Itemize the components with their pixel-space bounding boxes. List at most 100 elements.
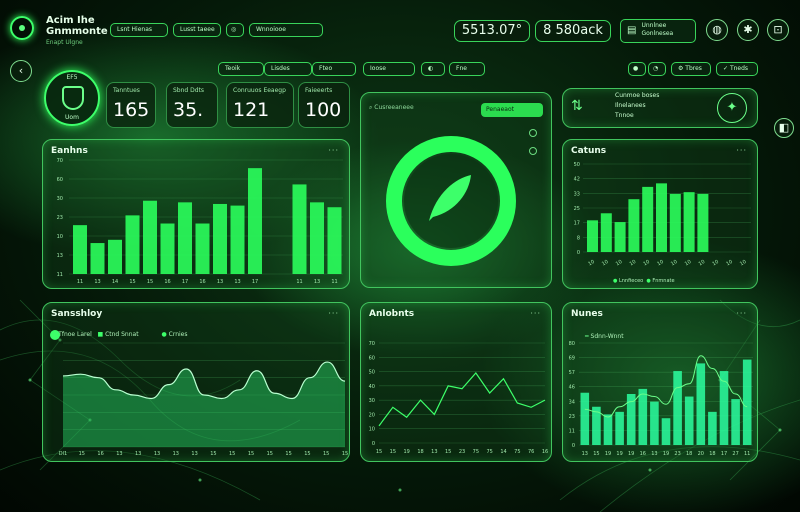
bar[interactable]: [160, 223, 175, 274]
bar[interactable]: [708, 411, 717, 445]
x-tick-label: 16: [199, 279, 205, 285]
check-icon: ✓: [723, 65, 730, 72]
line-chart-panel: Anlobnts ··· 0 10 20 30 40 50 60 70 15 15 19 18 13 15…: [360, 302, 552, 462]
bar[interactable]: [628, 199, 640, 252]
shield-check-icon[interactable]: ✦: [717, 93, 747, 123]
kpi-label-1: Tanntues: [113, 87, 140, 94]
bar[interactable]: [125, 215, 140, 274]
user-icon[interactable]: ●: [628, 62, 646, 76]
bar[interactable]: [143, 200, 157, 274]
x-tick-label: 27: [732, 451, 738, 457]
nav-pill-4[interactable]: Wnnoiooe: [249, 23, 323, 37]
bar[interactable]: [90, 243, 105, 274]
bar[interactable]: [108, 239, 122, 274]
back-arrow-icon[interactable]: ‹: [10, 60, 32, 82]
nav-pill-3[interactable]: ◎: [226, 23, 244, 37]
area-chart-panel: Sansshloy ··· ● Tfnoe Larel ■ Ctnd Snnat…: [42, 302, 350, 462]
bar[interactable]: [673, 371, 682, 445]
globe-icon[interactable]: ◍: [706, 19, 728, 41]
x-tick-label: 10: [670, 259, 679, 267]
bar[interactable]: [195, 223, 210, 274]
x-tick-label: 13: [94, 279, 100, 285]
top-bar: Acim Ihe Gnmmonte Enapt Ulgne Lsnt Hiena…: [0, 0, 800, 56]
x-tick-label: 13: [191, 451, 197, 457]
bar[interactable]: [731, 399, 740, 445]
y-tick-label: 0: [372, 441, 375, 447]
account-card[interactable]: ▤ Unnlnee Gonlnesea: [620, 19, 696, 43]
x-tick-label: 19: [605, 451, 611, 457]
nav-pill-2[interactable]: Lusst taeee: [173, 23, 221, 37]
filter-tab-2[interactable]: Lisdes: [264, 62, 312, 76]
bar[interactable]: [614, 222, 626, 252]
y-tick-label: 10: [369, 427, 375, 433]
y-tick-label: 33: [574, 191, 580, 197]
bar[interactable]: [642, 186, 654, 252]
x-tick-label: 16: [164, 279, 170, 285]
nav-pill-1[interactable]: Lsnt Hienas: [110, 23, 168, 37]
bar[interactable]: [696, 363, 706, 445]
filter-tab-4[interactable]: Ioose: [363, 62, 415, 76]
bar[interactable]: [697, 193, 709, 252]
bar[interactable]: [213, 203, 227, 274]
filter-right-btn-1[interactable]: ⚙ Tbres: [671, 62, 711, 76]
bar[interactable]: [248, 168, 262, 274]
x-tick-label: 10: [601, 259, 610, 267]
area-chart: Dl1 15 16 13 13 13 13 13 15 15 15 15 15 15 15 15: [50, 330, 348, 457]
filter-toggle-icon[interactable]: ◐: [421, 62, 445, 76]
bar[interactable]: [580, 392, 590, 445]
bar[interactable]: [178, 202, 192, 274]
bar[interactable]: [742, 359, 752, 445]
x-tick-label: 15: [147, 279, 153, 285]
bar[interactable]: [327, 207, 342, 274]
y-tick-label: 60: [57, 177, 63, 183]
kpi-label-4: Faieeerts: [305, 87, 333, 94]
side-toggle-icon[interactable]: ◧: [774, 118, 794, 138]
bar[interactable]: [603, 414, 613, 445]
bell-icon[interactable]: ◔: [648, 62, 666, 76]
combo-chart-panel: Nunes ··· ━ Sdnn-Wnnt 0 11 23 34 46 57 69 80 13 1…: [562, 302, 758, 462]
x-tick-label: 15: [248, 451, 254, 457]
bar[interactable]: [683, 192, 695, 252]
bar-chart-left-panel: Eanhns ··· 11 13 10 23 30 60 70 11 13 14 15 15 16 17 1…: [42, 139, 350, 289]
settings-icon[interactable]: ✱: [737, 19, 759, 41]
x-tick-label: 11: [744, 451, 750, 457]
filter-tab-1[interactable]: Teoik: [218, 62, 264, 76]
bar[interactable]: [650, 401, 659, 445]
bar[interactable]: [73, 225, 87, 274]
bar[interactable]: [587, 220, 598, 252]
calendar-icon: ▤: [627, 25, 637, 36]
bar[interactable]: [292, 184, 307, 274]
bar[interactable]: [230, 205, 245, 274]
bar-chart-left: 11 13 10 23 30 60 70 11 13 14 15 15 16 17 16 13 13 17 11 13…: [57, 158, 343, 285]
y-tick-label: 11: [569, 428, 575, 434]
bar[interactable]: [719, 371, 729, 445]
bar[interactable]: [669, 193, 681, 252]
x-tick-label: 23: [459, 449, 465, 455]
bar[interactable]: [656, 183, 667, 252]
bar[interactable]: [661, 418, 671, 445]
x-tick-label: 76: [528, 449, 534, 455]
filter-tab-5[interactable]: Fne: [449, 62, 485, 76]
x-tick-label: 13: [582, 451, 588, 457]
lock-icon[interactable]: ⊡: [767, 19, 789, 41]
x-tick-label: 15: [593, 451, 599, 457]
bar[interactable]: [615, 411, 624, 445]
kpi-value-1: 165: [113, 99, 150, 121]
x-tick-label: 13: [154, 451, 160, 457]
line-series[interactable]: [378, 372, 546, 427]
bar[interactable]: [638, 388, 648, 445]
bar[interactable]: [310, 202, 324, 274]
x-tick-label: 18: [417, 449, 423, 455]
bar[interactable]: [684, 396, 694, 445]
legend-badge-icon: [50, 330, 60, 340]
x-tick-label: 10: [725, 259, 734, 267]
badge-bottom-label: Uom: [65, 114, 79, 121]
line-chart: 0 10 20 30 40 50 60 70 15 15 19 18 13 15 23 75 75 14 75 76 1…: [369, 341, 549, 455]
y-tick-label: 57: [569, 370, 575, 376]
filter-right-btn-2[interactable]: ✓ Tneds: [716, 62, 758, 76]
app-title: Acim Ihe Gnmmonte: [46, 15, 108, 37]
x-tick-label: 75: [514, 449, 520, 455]
bar[interactable]: [600, 213, 612, 252]
x-tick-label: 15: [129, 279, 135, 285]
filter-tab-3[interactable]: Fteo: [312, 62, 356, 76]
